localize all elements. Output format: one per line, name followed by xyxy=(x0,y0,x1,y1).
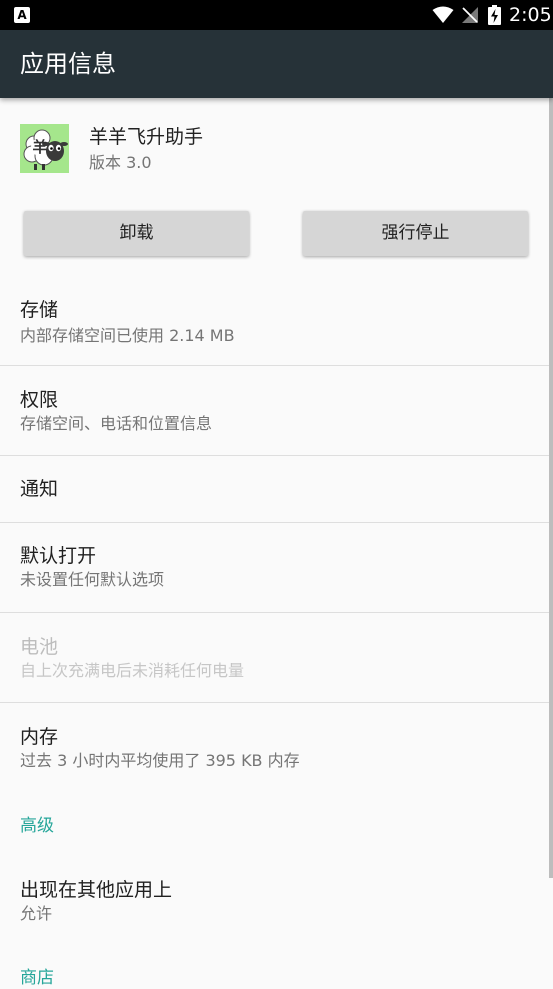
pref-notifications[interactable]: 通知 xyxy=(0,456,553,522)
no-signal-icon xyxy=(462,7,478,23)
pref-battery-title: 电池 xyxy=(20,636,59,658)
pref-permissions[interactable]: 权限 存储空间、电话和位置信息 xyxy=(0,366,553,455)
app-name: 羊羊飞升助手 xyxy=(89,126,204,148)
pref-storage[interactable]: 存储 内部存储空间已使用 2.14 MB xyxy=(0,272,553,364)
pref-memory-title: 内存 xyxy=(20,726,59,748)
sheep-icon: 羊 xyxy=(20,124,69,173)
pref-memory[interactable]: 内存 过去 3 小时内平均使用了 395 KB 内存 xyxy=(0,703,553,789)
pref-battery: 电池 自上次充满电后未消耗任何电量 xyxy=(0,613,553,702)
force-stop-button[interactable]: 强行停止 xyxy=(303,211,528,256)
uninstall-button[interactable]: 卸载 xyxy=(24,211,249,256)
page-title: 应用信息 xyxy=(20,50,116,78)
pref-draw-over-title: 出现在其他应用上 xyxy=(20,879,173,901)
pref-battery-summary: 自上次充满电后未消耗任何电量 xyxy=(20,661,245,680)
pref-open-by-default-summary: 未设置任何默认选项 xyxy=(20,570,165,589)
app-bar: 应用信息 xyxy=(0,30,553,98)
app-info-content: 羊 羊羊飞升助手 版本 3.0 卸载 强行停止 存储 内部存储空间已使用 2.1… xyxy=(0,98,553,988)
pref-open-by-default-title: 默认打开 xyxy=(20,545,97,567)
pref-storage-title: 存储 xyxy=(20,299,59,321)
pref-memory-summary: 过去 3 小时内平均使用了 395 KB 内存 xyxy=(20,751,300,770)
status-time: 2:05 xyxy=(509,4,552,26)
svg-text:羊: 羊 xyxy=(32,138,47,156)
scrollbar[interactable] xyxy=(549,98,553,878)
pref-permissions-summary: 存储空间、电话和位置信息 xyxy=(20,414,213,433)
section-header-store: 商店 xyxy=(20,968,54,988)
pref-permissions-title: 权限 xyxy=(20,389,59,411)
pref-draw-over-other-apps[interactable]: 出现在其他应用上 允许 xyxy=(0,850,553,935)
app-version: 版本 3.0 xyxy=(89,153,152,172)
section-header-advanced: 高级 xyxy=(20,816,54,836)
wifi-icon xyxy=(432,6,454,23)
notification-icon: A xyxy=(14,7,30,23)
pref-draw-over-summary: 允许 xyxy=(20,904,53,923)
pref-notifications-title: 通知 xyxy=(20,478,59,500)
pref-open-by-default[interactable]: 默认打开 未设置任何默认选项 xyxy=(0,523,553,612)
battery-charging-icon xyxy=(488,5,501,25)
pref-storage-summary: 内部存储空间已使用 2.14 MB xyxy=(20,326,235,345)
app-icon: 羊 xyxy=(20,124,69,173)
status-bar: A 2:05 xyxy=(0,0,553,30)
